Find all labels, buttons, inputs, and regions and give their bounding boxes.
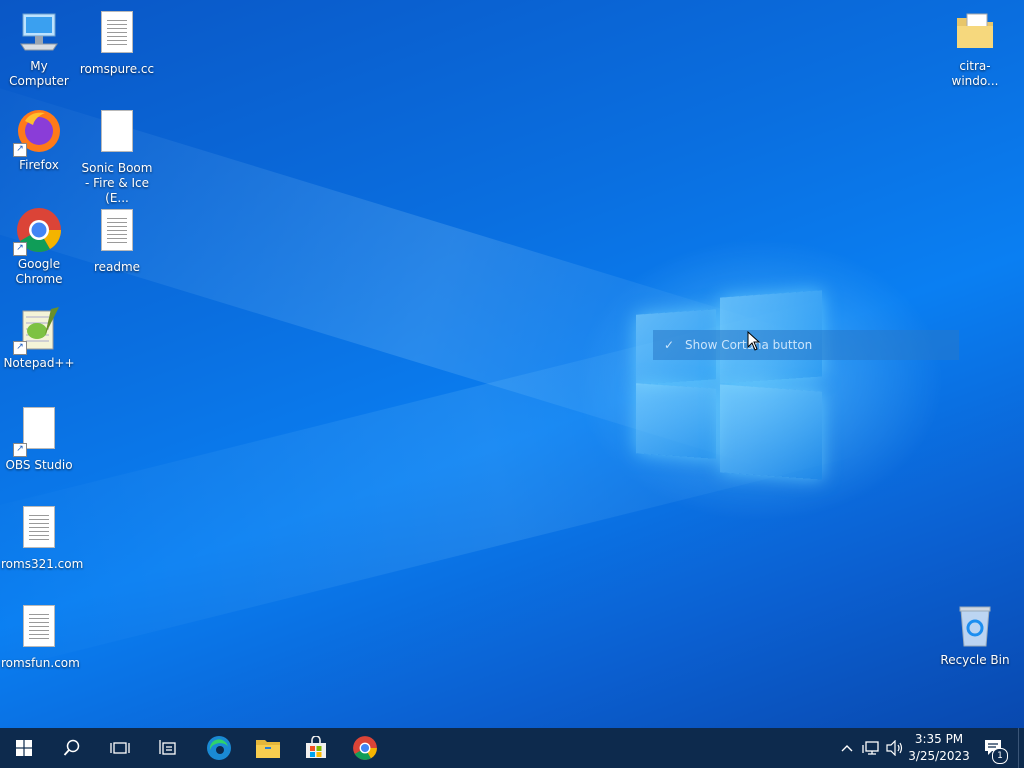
desktop-icon-label: Firefox: [19, 158, 59, 172]
start-button[interactable]: [0, 728, 48, 768]
search-button[interactable]: [48, 728, 96, 768]
desktop-icon-label: My Computer: [9, 59, 69, 88]
blank-file-icon: ↗: [13, 407, 63, 457]
clock-date: 3/25/2023: [908, 749, 970, 763]
shortcut-arrow-icon: ↗: [13, 143, 27, 157]
desktop-icon-firefox[interactable]: ↗ Firefox: [1, 107, 77, 173]
action-center-button[interactable]: 1: [978, 728, 1012, 768]
desktop-icon-romspure[interactable]: romspure.cc: [79, 8, 155, 77]
store-button[interactable]: [292, 728, 340, 768]
volume-button[interactable]: [884, 728, 906, 768]
show-desktop-button[interactable]: [1018, 728, 1024, 768]
chevron-up-icon: [841, 745, 853, 752]
search-icon: [63, 739, 80, 756]
clock-time: 3:35 PM: [914, 732, 964, 746]
desktop-icon-obs-studio[interactable]: ↗ OBS Studio: [1, 404, 77, 473]
chrome-icon: ↗: [13, 206, 63, 256]
desktop-icon-label: roms321.com: [1, 557, 84, 571]
widgets-icon: [159, 740, 176, 755]
desktop-icon-recycle-bin[interactable]: Recycle Bin: [937, 602, 1013, 668]
show-hidden-icons-button[interactable]: [836, 728, 858, 768]
speaker-icon: [886, 740, 903, 756]
desktop-icon-notepadpp[interactable]: ↗ Notepad++: [1, 305, 77, 371]
task-view-icon: [110, 742, 130, 754]
desktop-icon-label: Sonic Boom - Fire & Ice (E...: [81, 161, 153, 205]
document-icon: [93, 209, 141, 257]
taskbar: 3:35 PM 3/25/2023 1: [0, 728, 1024, 768]
desktop-icon-label: Recycle Bin: [940, 653, 1010, 667]
network-icon: [862, 741, 879, 755]
computer-icon: [15, 8, 63, 56]
shortcut-arrow-icon: ↗: [13, 443, 27, 457]
desktop-icon-romsfun[interactable]: romsfun.com: [1, 602, 80, 671]
context-menu: ✓ Show Cortana button: [653, 330, 959, 360]
file-explorer-button[interactable]: [244, 728, 292, 768]
task-view-button[interactable]: [96, 728, 144, 768]
desktop-icon-my-computer[interactable]: My Computer: [1, 8, 77, 89]
desktop-icon-label: Google Chrome: [15, 257, 63, 286]
recycle-bin-icon: [951, 602, 999, 650]
desktop-icon-label: OBS Studio: [5, 458, 73, 472]
desktop-icon-roms321[interactable]: roms321.com: [1, 503, 84, 572]
desktop-icon-readme[interactable]: readme: [79, 206, 155, 275]
folder-icon: [951, 8, 999, 56]
firefox-icon: ↗: [13, 107, 63, 157]
shortcut-arrow-icon: ↗: [13, 242, 27, 256]
file-explorer-icon: [256, 740, 280, 758]
document-icon: [15, 605, 63, 653]
network-button[interactable]: [860, 728, 882, 768]
checkmark-icon: ✓: [663, 338, 675, 352]
desktop-icon-google-chrome[interactable]: ↗ Google Chrome: [1, 206, 77, 287]
edge-button[interactable]: [195, 728, 243, 768]
windows-logo-wallpaper: [636, 290, 824, 480]
desktop-icon-label: romspure.cc: [79, 62, 155, 76]
desktop-icon-label: Notepad++: [3, 356, 75, 370]
document-icon: [15, 506, 63, 554]
blank-file-icon: [93, 110, 141, 158]
start-icon: [16, 740, 32, 756]
shortcut-arrow-icon: ↗: [13, 341, 27, 355]
desktop-icon-label: readme: [93, 260, 141, 274]
desktop-icon-sonic-boom[interactable]: Sonic Boom - Fire & Ice (E...: [79, 107, 155, 206]
desktop-icon-label: citra-windo...: [951, 59, 999, 88]
store-icon: [306, 736, 326, 758]
desktop-icon-citra-folder[interactable]: citra-windo...: [937, 8, 1013, 89]
chrome-icon: [353, 736, 377, 760]
mouse-cursor-icon: [747, 330, 761, 354]
notepadpp-icon: ↗: [13, 305, 63, 355]
widgets-button[interactable]: [144, 728, 192, 768]
chrome-taskbar-button[interactable]: [341, 728, 389, 768]
notification-count-badge: 1: [992, 748, 1008, 764]
clock-button[interactable]: 3:35 PM 3/25/2023: [904, 728, 974, 768]
desktop-icon-label: romsfun.com: [1, 656, 80, 670]
edge-icon: [207, 736, 231, 760]
document-icon: [93, 11, 141, 59]
